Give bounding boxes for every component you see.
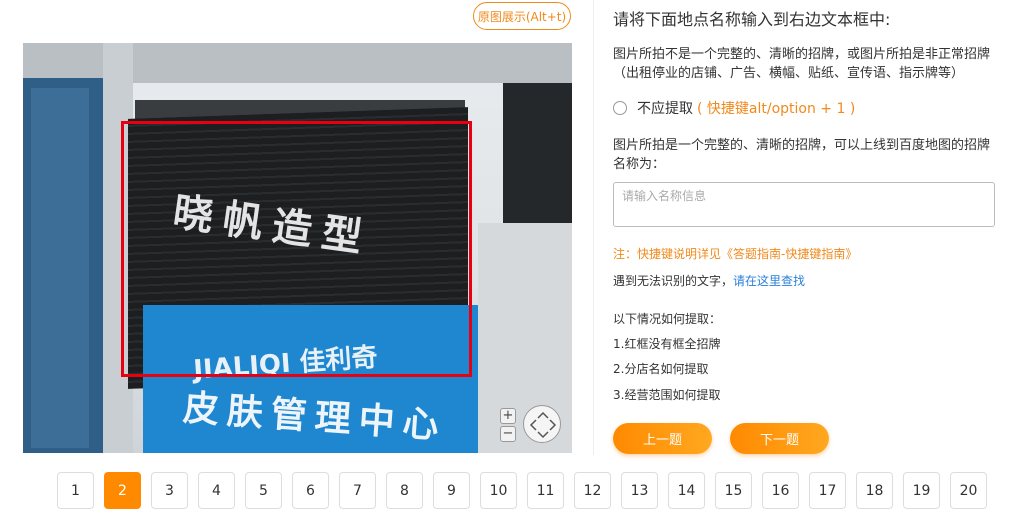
not-extract-radio[interactable]	[613, 101, 627, 115]
page-button-1[interactable]: 1	[57, 472, 94, 509]
zoom-out-button[interactable]: −	[500, 426, 516, 442]
not-extract-label: 不应提取	[637, 101, 693, 117]
panel-divider	[593, 0, 594, 455]
faq-item[interactable]: 3.经营范围如何提取	[613, 386, 720, 403]
page-button-9[interactable]: 9	[433, 472, 470, 509]
question-pagination: 1 2 3 4 5 6 7 8 9 10 11 12 13 14 15 16 1…	[57, 472, 997, 509]
shortcut-note: 注：快捷键说明详见《答题指南-快捷键指南》	[613, 247, 858, 261]
next-question-button[interactable]: 下一题	[730, 423, 829, 454]
help-line: 遇到无法识别的文字，请在这里查找	[613, 272, 805, 289]
page-button-10[interactable]: 10	[480, 472, 517, 509]
photo-window-pane	[31, 88, 89, 448]
valid-case-description: 图片所拍是一个完整的、清晰的招牌，可以上线到百度地图的招牌名称为：	[613, 138, 991, 172]
prev-question-button[interactable]: 上一题	[613, 423, 712, 454]
lookup-link[interactable]: 请在这里查找	[733, 274, 805, 288]
page-button-20[interactable]: 20	[950, 472, 987, 509]
help-text: 遇到无法识别的文字，	[613, 274, 734, 288]
page-button-7[interactable]: 7	[339, 472, 376, 509]
faq-item[interactable]: 2.分店名如何提取	[613, 360, 708, 377]
page-button-13[interactable]: 13	[621, 472, 658, 509]
page-button-6[interactable]: 6	[292, 472, 329, 509]
page-button-11[interactable]: 11	[527, 472, 564, 509]
page-button-2[interactable]: 2	[104, 472, 141, 509]
invalid-case-description: 图片所拍不是一个完整的、清晰的招牌，或图片所拍是非正常招牌（出租停业的店铺、广告…	[613, 47, 991, 81]
page-button-12[interactable]: 12	[574, 472, 611, 509]
faq-item[interactable]: 1.红框没有框全招牌	[613, 335, 720, 352]
task-title: 请将下面地点名称输入到右边文本框中:	[613, 10, 891, 29]
original-image-button[interactable]: 原图展示(Alt+t)	[473, 2, 571, 30]
zoom-in-button[interactable]: +	[500, 408, 516, 424]
page-button-4[interactable]: 4	[198, 472, 235, 509]
page-button-17[interactable]: 17	[809, 472, 846, 509]
not-extract-option[interactable]: 不应提取 ( 快捷键alt/option + 1 )	[613, 98, 855, 118]
sign-name-input[interactable]	[613, 182, 995, 227]
faq-heading: 以下情况如何提取：	[613, 312, 722, 326]
page-button-3[interactable]: 3	[151, 472, 188, 509]
page-button-16[interactable]: 16	[762, 472, 799, 509]
page-button-8[interactable]: 8	[386, 472, 423, 509]
pan-arrows-icon	[529, 411, 557, 439]
pan-control[interactable]	[523, 405, 561, 443]
page-button-18[interactable]: 18	[856, 472, 893, 509]
photo-ac-unit	[503, 83, 572, 223]
page-button-14[interactable]: 14	[668, 472, 705, 509]
not-extract-shortcut: ( 快捷键alt/option + 1 )	[697, 101, 856, 117]
page-button-5[interactable]: 5	[245, 472, 282, 509]
signboard-highlight-box	[121, 121, 472, 377]
page-button-19[interactable]: 19	[903, 472, 940, 509]
page-button-15[interactable]: 15	[715, 472, 752, 509]
